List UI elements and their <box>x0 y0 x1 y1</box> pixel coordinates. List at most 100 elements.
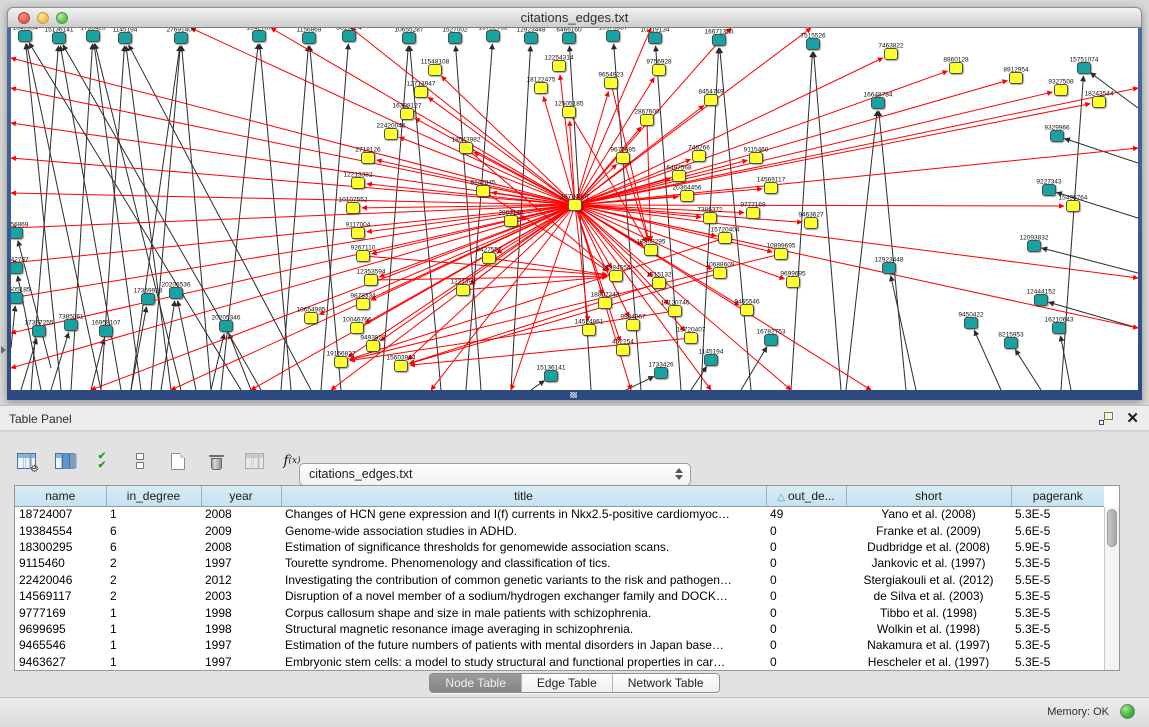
network-node[interactable]: 8313074 <box>342 30 356 42</box>
network-node[interactable]: 12505185 <box>11 292 23 304</box>
network-node[interactable]: 20364456 <box>680 190 694 202</box>
network-node[interactable]: 15136141 <box>52 32 66 44</box>
network-node[interactable]: 14524861 <box>582 324 596 336</box>
checkmark-grid-icon[interactable]: ✔✔ <box>90 450 114 472</box>
network-node[interactable]: 15136141 <box>544 370 558 382</box>
network-node[interactable]: 9756928 <box>652 64 666 76</box>
network-node[interactable]: 10120746 <box>668 305 682 317</box>
network-node[interactable]: 1342737 <box>252 30 266 42</box>
network-node[interactable]: 452254 <box>616 344 630 356</box>
network-node[interactable]: 8454749 <box>704 94 718 106</box>
network-node[interactable]: 9654923 <box>604 77 618 89</box>
network-node[interactable]: 2867608 <box>640 114 654 126</box>
network-node[interactable]: 8427552 <box>482 252 496 264</box>
table-row[interactable]: 977716911998Corpus callosum shape and si… <box>15 604 1104 620</box>
network-node[interactable]: 15720404 <box>718 232 732 244</box>
table-row[interactable]: 1456911722003Disruption of a novel membe… <box>15 588 1104 604</box>
network-node[interactable]: 9984067 <box>626 319 640 331</box>
network-node[interactable]: 14569117 <box>764 182 778 194</box>
tab-network-table[interactable]: Network Table <box>613 674 719 692</box>
network-node[interactable]: 9777169 <box>746 207 760 219</box>
network-node[interactable]: 18543982 <box>459 142 473 154</box>
network-node[interactable]: 16210643 <box>1052 322 1066 334</box>
network-node[interactable]: 10654985 <box>304 312 318 324</box>
rows-icon[interactable] <box>128 450 152 472</box>
network-node[interactable]: 9450422 <box>964 317 978 329</box>
network-node[interactable]: 12713947 <box>414 86 428 98</box>
tab-edge-table[interactable]: Edge Table <box>522 674 613 692</box>
network-node[interactable]: 15495764 <box>1066 200 1080 212</box>
network-node[interactable]: 16782753 <box>486 30 500 42</box>
network-node[interactable]: 1156869 <box>11 227 23 239</box>
network-node[interactable]: 12254314 <box>552 60 566 72</box>
table-row[interactable]: 1830029562008Estimation of significance … <box>15 539 1104 555</box>
network-node[interactable]: 15720407 <box>684 332 698 344</box>
column-header-short[interactable]: short <box>846 486 1011 506</box>
network-node[interactable]: 1733426 <box>654 367 668 379</box>
network-node[interactable]: 16648784 <box>871 97 885 109</box>
vertical-scrollbar[interactable] <box>1104 507 1119 670</box>
network-node[interactable]: 9465546 <box>740 304 754 316</box>
network-node[interactable]: 16398127 <box>400 108 414 120</box>
network-node[interactable]: 1145194 <box>704 354 718 366</box>
network-node[interactable]: 10688609 <box>713 267 727 279</box>
network-node[interactable]: 15751074 <box>1077 62 1091 74</box>
network-node[interactable]: 12353594 <box>364 274 378 286</box>
network-node[interactable]: 9329966 <box>1050 130 1064 142</box>
network-node[interactable]: 12923448 <box>882 262 896 274</box>
network-node[interactable]: 7463822 <box>884 48 898 60</box>
column-header-in_degree[interactable]: in_degree <box>106 486 201 506</box>
network-node[interactable]: 20206536 <box>169 287 183 299</box>
network-canvas[interactable]: 1872400711548108127139471639812722420046… <box>11 28 1138 390</box>
network-node[interactable]: 746266 <box>692 150 706 162</box>
network-node[interactable]: 17357255 <box>32 325 46 337</box>
network-node[interactable]: 22420046 <box>384 128 398 140</box>
network-node[interactable]: 10719134 <box>648 32 662 44</box>
network-node[interactable]: 10107552 <box>346 202 360 214</box>
network-node[interactable]: 9878334 <box>356 298 370 310</box>
table-row[interactable]: 969969511998Structural magnetic resonanc… <box>15 621 1104 637</box>
column-visibility-icon[interactable] <box>52 450 76 472</box>
network-node[interactable]: 7515526 <box>806 38 820 50</box>
network-node[interactable]: 9327508 <box>1054 84 1068 96</box>
network-node[interactable]: 1156869 <box>302 32 316 44</box>
table-row[interactable]: 946362711997Embryonic stem cells: a mode… <box>15 654 1104 670</box>
close-panel-icon[interactable]: ✕ <box>1126 409 1139 427</box>
network-node[interactable]: 1145194 <box>118 32 132 44</box>
network-node[interactable]: 12213382 <box>351 177 365 189</box>
network-node[interactable]: 19166827 <box>334 356 348 368</box>
network-node[interactable]: 6466160 <box>562 32 576 44</box>
table-options-icon[interactable]: ⚙ <box>14 450 38 472</box>
new-document-icon[interactable] <box>166 450 190 472</box>
network-node[interactable]: 10046766 <box>350 322 364 334</box>
column-header-year[interactable]: year <box>201 486 281 506</box>
network-node[interactable]: 20205346 <box>219 320 233 332</box>
network-node[interactable]: 1615132 <box>652 277 666 289</box>
network-node[interactable]: 8215953 <box>1004 337 1018 349</box>
network-node[interactable]: 9115460 <box>749 152 763 164</box>
network-window-titlebar[interactable]: citations_edges.txt <box>7 7 1142 28</box>
network-node[interactable]: 10899695 <box>774 248 788 260</box>
network-node[interactable]: 2718126 <box>361 152 375 164</box>
network-node[interactable]: 6497568 <box>672 170 686 182</box>
network-node[interactable]: 9699695 <box>786 276 800 288</box>
network-node[interactable]: 1342737 <box>11 262 23 274</box>
network-node[interactable]: 18122475 <box>534 82 548 94</box>
network-node[interactable]: 9227343 <box>1042 184 1056 196</box>
table-row[interactable]: 946554611997Estimation of the future num… <box>15 637 1104 653</box>
network-node[interactable]: 1527002 <box>448 32 462 44</box>
network-node[interactable]: 9267110 <box>356 250 370 262</box>
network-node[interactable]: 17359928 <box>141 293 155 305</box>
table-row[interactable]: 911546021997Tourette syndrome. Phenomeno… <box>15 555 1104 571</box>
column-header-title[interactable]: title <box>281 486 766 506</box>
network-node[interactable]: 8860128 <box>949 62 963 74</box>
network-node[interactable]: 12093832 <box>1027 240 1041 252</box>
network-node[interactable]: 1640954 <box>18 30 32 42</box>
network-node[interactable]: 9675685 <box>616 152 630 164</box>
network-node[interactable]: 10975887 <box>606 30 620 42</box>
control-panel-expand-handle[interactable] <box>1 346 6 354</box>
network-node[interactable]: 12444152 <box>1034 294 1048 306</box>
tab-node-table[interactable]: Node Table <box>430 674 522 692</box>
network-node[interactable]: 11548108 <box>428 64 442 76</box>
network-node[interactable]: 9463627 <box>804 217 818 229</box>
